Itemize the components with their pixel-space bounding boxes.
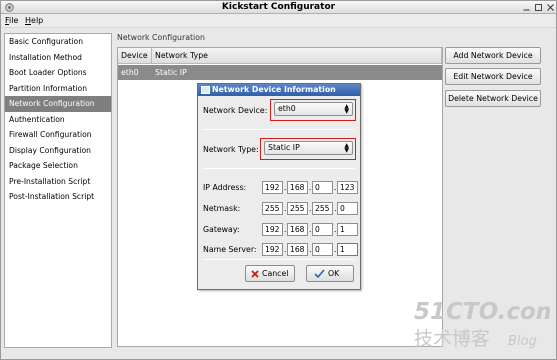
network-device-select[interactable]: eth0 ▲ ▼ bbox=[274, 102, 353, 116]
svg-text:51CTO.com: 51CTO.com bbox=[414, 299, 550, 325]
sidebar-item-package-selection[interactable]: Package Selection bbox=[5, 158, 111, 174]
maximize-icon[interactable] bbox=[534, 3, 543, 12]
dialog-window-icon bbox=[201, 86, 210, 94]
ok-icon bbox=[314, 269, 325, 279]
network-device-label: Network Device: bbox=[203, 106, 268, 115]
ok-button[interactable]: OK bbox=[306, 265, 354, 282]
delete-network-device-label: Delete Network Device bbox=[448, 94, 538, 103]
menu-file[interactable]: File bbox=[5, 16, 18, 25]
sidebar-item-display-configuration[interactable]: Display Configuration bbox=[5, 143, 111, 159]
edit-network-device-button[interactable]: Edit Network Device bbox=[445, 68, 541, 85]
dialog-title: Network Device Information bbox=[212, 85, 336, 94]
sidebar-item-firewall-configuration[interactable]: Firewall Configuration bbox=[5, 127, 111, 143]
add-network-device-button[interactable]: Add Network Device bbox=[445, 47, 541, 64]
ip-address-octet-2[interactable]: 168 bbox=[287, 181, 308, 194]
ok-label: OK bbox=[328, 269, 340, 278]
menu-bar: File Help bbox=[1, 14, 556, 28]
edit-network-device-label: Edit Network Device bbox=[453, 72, 533, 81]
sidebar-item-boot-loader-options[interactable]: Boot Loader Options bbox=[5, 65, 111, 81]
window-title: Kickstart Configurator bbox=[221, 2, 336, 12]
sidebar-item-basic-configuration[interactable]: Basic Configuration bbox=[5, 34, 111, 50]
separator bbox=[203, 259, 355, 260]
netmask-octet-2[interactable]: 255 bbox=[287, 202, 308, 215]
ip-address-octet-3[interactable]: 0 bbox=[312, 181, 333, 194]
delete-network-device-button[interactable]: Delete Network Device bbox=[445, 90, 541, 107]
ip-address-octet-4[interactable]: 123 bbox=[337, 181, 358, 194]
svg-text:Blog: Blog bbox=[508, 334, 537, 349]
cancel-label: Cancel bbox=[262, 269, 289, 278]
ip-address-label: IP Address: bbox=[203, 183, 247, 192]
gateway-label: Gateway: bbox=[203, 225, 240, 234]
menu-help[interactable]: Help bbox=[25, 16, 43, 25]
gateway-octet-1[interactable]: 192 bbox=[262, 223, 283, 236]
network-device-dialog: Network Device Information Network Devic… bbox=[197, 83, 361, 290]
close-icon[interactable] bbox=[546, 3, 555, 12]
name-server-octet-2[interactable]: 168 bbox=[287, 243, 308, 256]
watermark-logo: 51CTO.com 技术博客 Blog bbox=[414, 299, 550, 350]
sidebar-item-partition-information[interactable]: Partition Information bbox=[5, 81, 111, 97]
netmask-label: Netmask: bbox=[203, 204, 241, 213]
gateway-octet-3[interactable]: 0 bbox=[312, 223, 333, 236]
netmask-octet-4[interactable]: 0 bbox=[337, 202, 358, 215]
name-server-label: Name Server: bbox=[203, 245, 257, 254]
network-device-value: eth0 bbox=[278, 104, 296, 113]
netmask-octet-1[interactable]: 255 bbox=[262, 202, 283, 215]
section-title: Network Configuration bbox=[117, 33, 205, 42]
gateway-octet-2[interactable]: 168 bbox=[287, 223, 308, 236]
cancel-button[interactable]: Cancel bbox=[245, 265, 295, 282]
kickstart-window: Kickstart Configurator File Help Basic C… bbox=[0, 0, 557, 360]
table-row[interactable]: eth0 Static IP bbox=[118, 65, 442, 80]
title-bar: Kickstart Configurator bbox=[1, 1, 556, 14]
svg-text:技术博客: 技术博客 bbox=[414, 328, 490, 350]
separator bbox=[203, 168, 355, 169]
sidebar-item-post-installation-script[interactable]: Post-Installation Script bbox=[5, 189, 111, 205]
name-server-octet-3[interactable]: 0 bbox=[312, 243, 333, 256]
dialog-title-bar: Network Device Information bbox=[198, 84, 360, 96]
sidebar-item-authentication[interactable]: Authentication bbox=[5, 112, 111, 128]
minimize-icon[interactable] bbox=[522, 3, 531, 12]
sidebar-item-network-configuration[interactable]: Network Configuration bbox=[5, 96, 111, 112]
cell-network-type: Static IP bbox=[155, 68, 187, 77]
cancel-icon bbox=[251, 270, 259, 278]
column-header-device[interactable]: Device bbox=[118, 48, 152, 64]
network-type-select[interactable]: Static IP ▲ ▼ bbox=[264, 141, 353, 155]
cell-device: eth0 bbox=[121, 68, 139, 77]
sidebar: Basic Configuration Installation Method … bbox=[4, 33, 112, 348]
gateway-octet-4[interactable]: 1 bbox=[337, 223, 358, 236]
sidebar-item-installation-method[interactable]: Installation Method bbox=[5, 50, 111, 66]
network-type-label: Network Type: bbox=[203, 145, 259, 154]
combo-arrows-icon: ▲ ▼ bbox=[344, 103, 349, 115]
network-type-value: Static IP bbox=[268, 143, 300, 152]
separator bbox=[203, 129, 355, 130]
name-server-octet-1[interactable]: 192 bbox=[262, 243, 283, 256]
add-network-device-label: Add Network Device bbox=[453, 51, 533, 60]
netmask-octet-3[interactable]: 255 bbox=[312, 202, 333, 215]
sidebar-item-pre-installation-script[interactable]: Pre-Installation Script bbox=[5, 174, 111, 190]
combo-arrows-icon: ▲ ▼ bbox=[344, 142, 349, 154]
column-header-network-type[interactable]: Network Type bbox=[152, 48, 442, 64]
name-server-octet-4[interactable]: 1 bbox=[337, 243, 358, 256]
ip-address-octet-1[interactable]: 192 bbox=[262, 181, 283, 194]
